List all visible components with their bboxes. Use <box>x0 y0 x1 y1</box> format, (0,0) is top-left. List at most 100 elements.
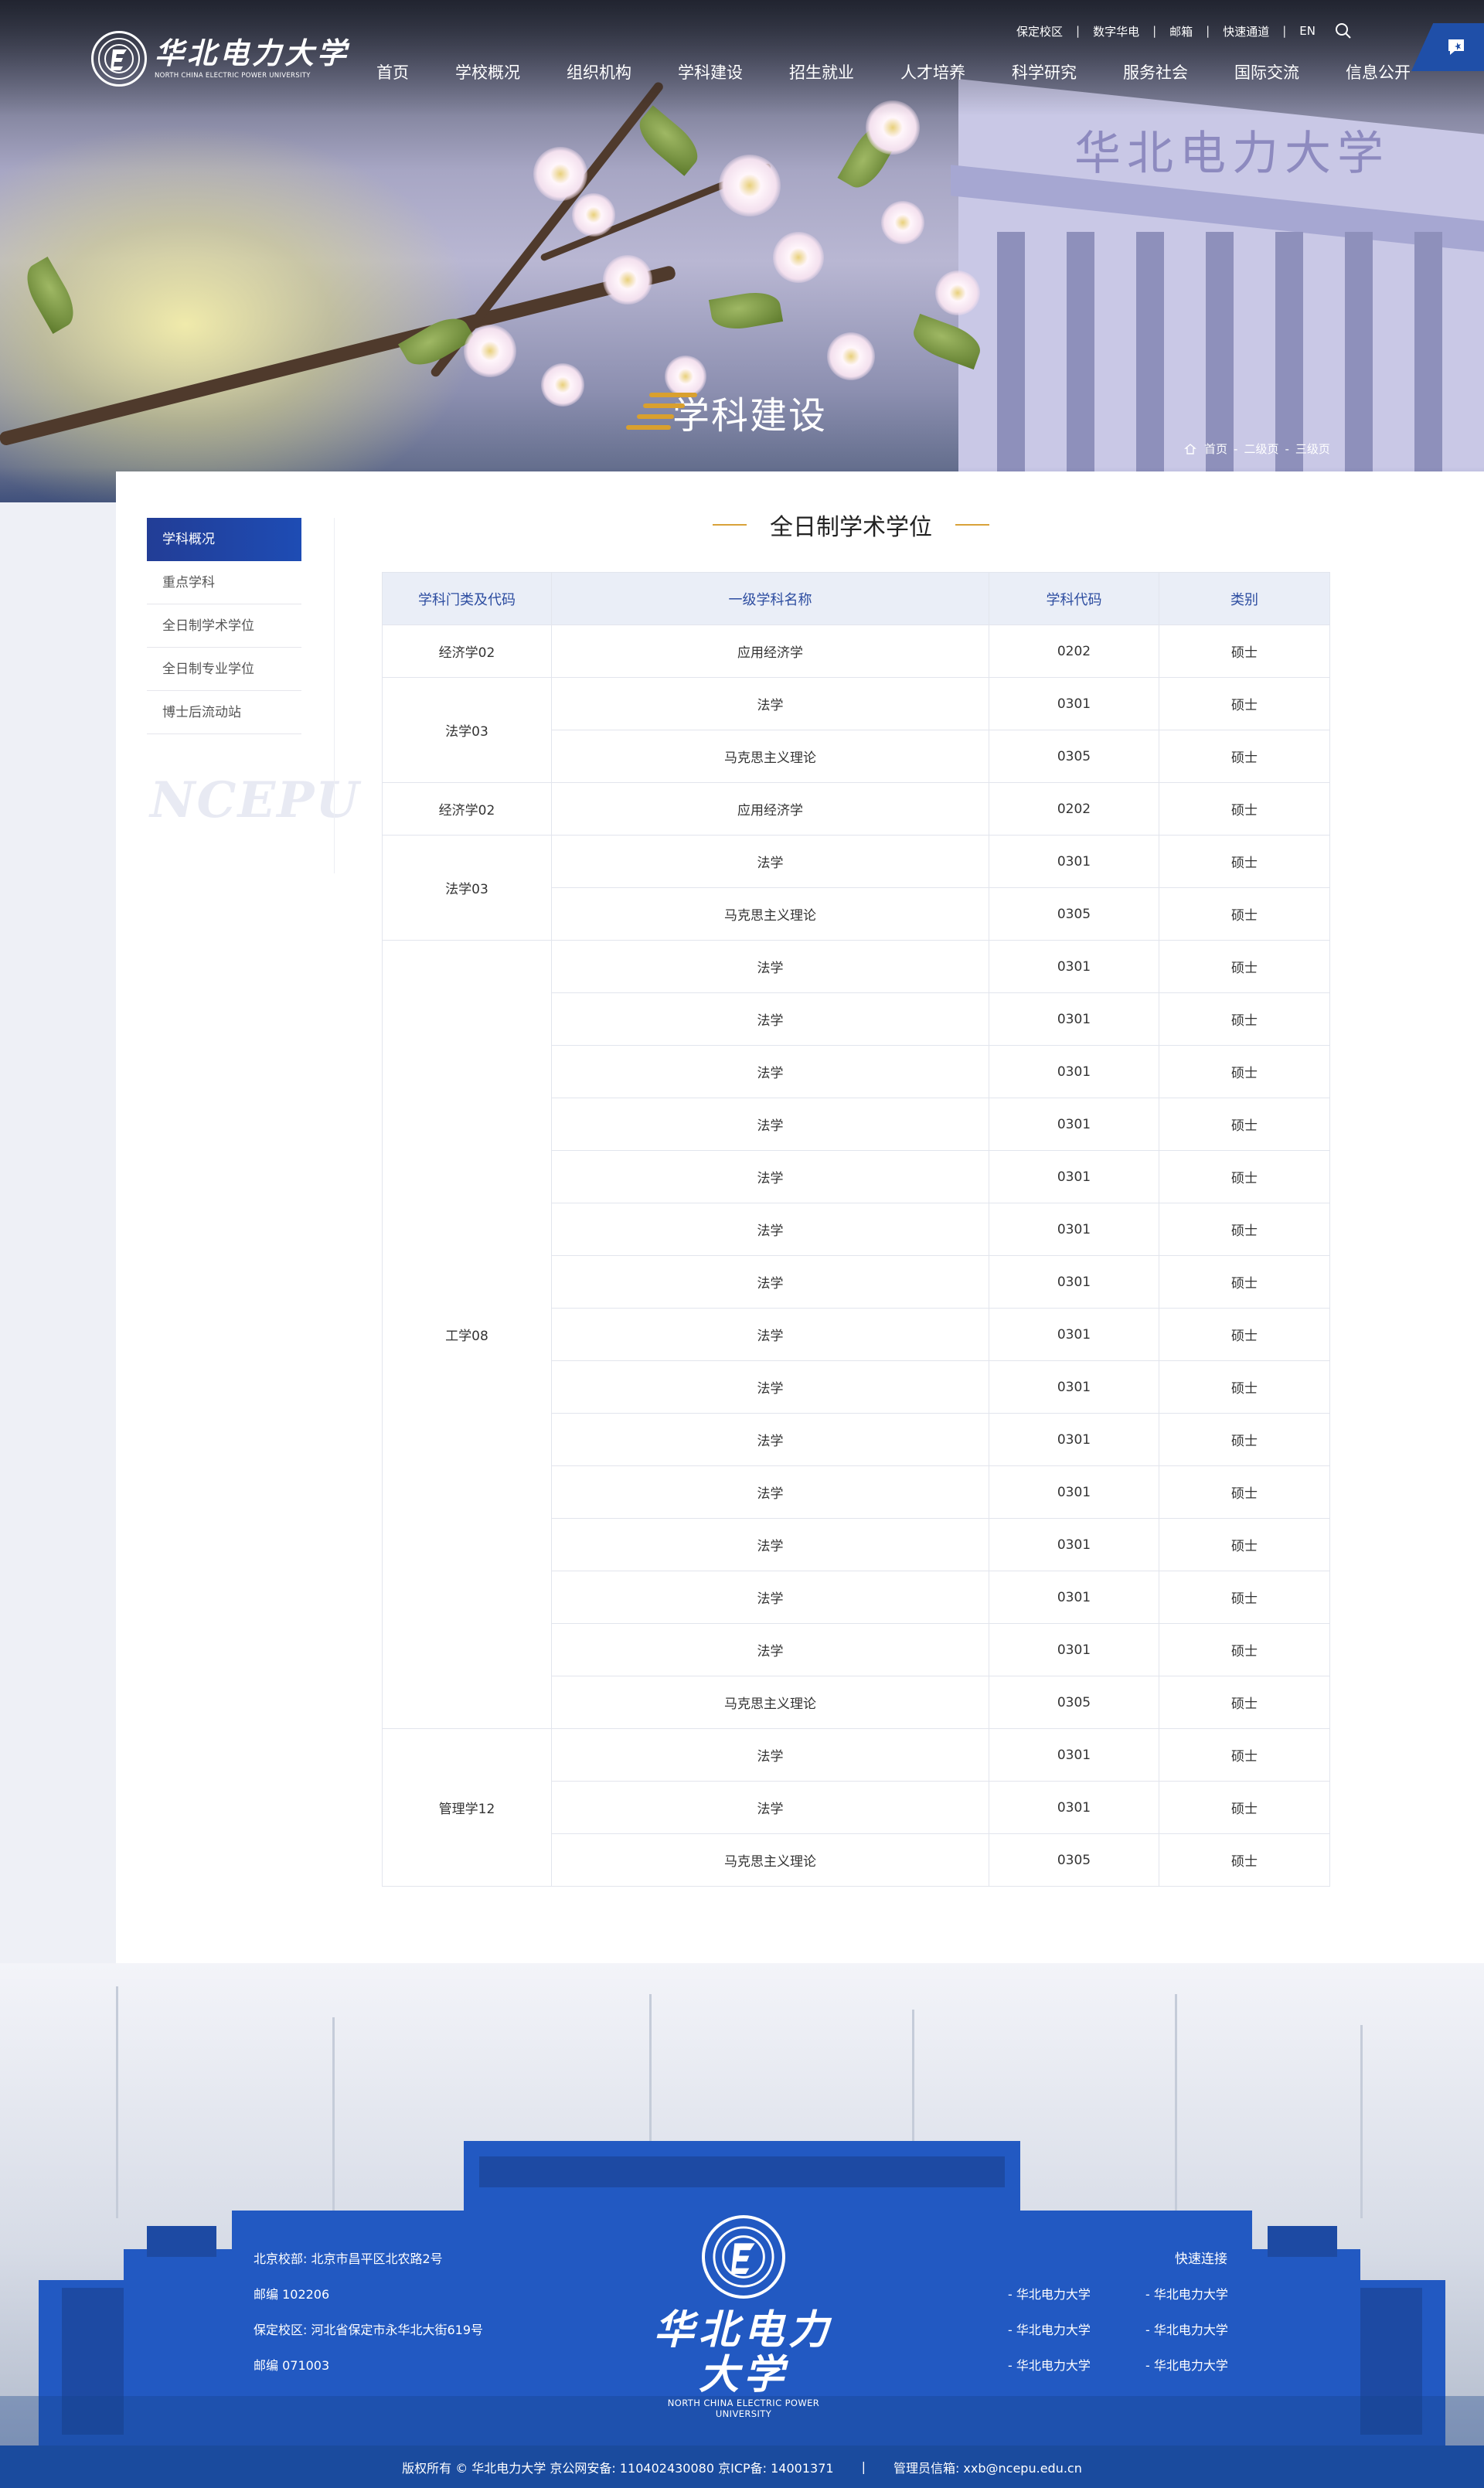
wind-turbine <box>332 2017 335 2218</box>
footer-logo: 华北电力大学 NORTH CHINA ELECTRIC POWER UNIVER… <box>651 2215 836 2419</box>
top-link-quick-access[interactable]: 快速通道 <box>1223 23 1269 39</box>
banner-flower <box>719 155 781 216</box>
type-cell: 硕士 <box>1159 940 1330 993</box>
code-cell: 0301 <box>989 1308 1159 1361</box>
quick-link[interactable]: - 华北电力大学 <box>1145 2313 1228 2348</box>
type-cell: 硕士 <box>1159 1781 1330 1834</box>
banner-flower <box>773 232 824 283</box>
code-cell: 0301 <box>989 835 1159 888</box>
table-row: 管理学12 法学 0301 硕士 <box>382 1728 1330 1887</box>
banner-flower <box>935 271 980 315</box>
table-row: 经济学02 应用经济学 0202 硕士 <box>382 625 1330 678</box>
nav-item-education[interactable]: 人才培养 <box>887 59 979 87</box>
discipline-cell: 法学 <box>551 1203 989 1256</box>
content-panel: 学科概况 重点学科 全日制学术学位 全日制专业学位 博士后流动站 NCEPU 全… <box>116 471 1484 1963</box>
table-body: 经济学02 应用经济学 0202 硕士 法学03 法学 0301 硕士 马克思主义理论 0305 硕… <box>382 625 1330 1887</box>
sidebar-item-academic-degree[interactable]: 全日制学术学位 <box>147 604 301 648</box>
banner-flower <box>827 332 875 380</box>
table-header-row: 学科门类及代码 一级学科名称 学科代码 类别 <box>382 572 1330 625</box>
discipline-cell: 法学 <box>551 1360 989 1414</box>
sidebar-item-overview[interactable]: 学科概况 <box>147 518 301 561</box>
code-cell: 0301 <box>989 992 1159 1046</box>
code-cell: 0301 <box>989 1360 1159 1414</box>
banner-flower <box>881 201 924 244</box>
banner-flower <box>464 325 516 377</box>
title-decoration-right <box>955 524 989 526</box>
quick-link[interactable]: - 华北电力大学 <box>1008 2348 1091 2384</box>
top-link-email[interactable]: 邮箱 <box>1169 23 1193 39</box>
top-link-baoding[interactable]: 保定校区 <box>1016 23 1063 39</box>
top-link-separator: | <box>1152 24 1157 38</box>
nav-item-organization[interactable]: 组织机构 <box>553 59 645 87</box>
nav-item-disciplines[interactable]: 学科建设 <box>665 59 756 87</box>
type-cell: 硕士 <box>1159 887 1330 941</box>
type-cell: 硕士 <box>1159 1728 1330 1782</box>
table-row: 法学03 法学 0301 硕士 <box>382 835 1330 941</box>
top-link-digital-ncepu[interactable]: 数字华电 <box>1093 23 1139 39</box>
sidebar-item-postdoctoral[interactable]: 博士后流动站 <box>147 691 301 734</box>
sidebar-item-professional-degree[interactable]: 全日制专业学位 <box>147 648 301 691</box>
breadcrumb-home[interactable]: 首页 <box>1204 441 1227 457</box>
site-logo[interactable]: 华北电力大学 NORTH CHINA ELECTRIC POWER UNIVER… <box>91 31 349 87</box>
top-link-separator: | <box>1282 24 1287 38</box>
discipline-cell: 应用经济学 <box>551 782 989 836</box>
breadcrumb-level-2[interactable]: 二级页 <box>1244 441 1278 457</box>
type-cell: 硕士 <box>1159 1623 1330 1676</box>
type-cell: 硕士 <box>1159 1255 1330 1309</box>
table-row: 法学03 法学 0301 硕士 <box>382 677 1330 783</box>
type-cell: 硕士 <box>1159 730 1330 783</box>
quick-link[interactable]: - 华北电力大学 <box>1145 2348 1228 2384</box>
breadcrumb: 首页 - 二级页 - 三级页 <box>1184 441 1330 457</box>
discipline-cell: 法学 <box>551 835 989 888</box>
type-cell: 硕士 <box>1159 1413 1330 1466</box>
type-cell: 硕士 <box>1159 1676 1330 1729</box>
title-stripes-icon <box>611 385 703 439</box>
logo-chinese-name: 华北电力大学 <box>155 36 350 70</box>
quick-link[interactable]: - 华北电力大学 <box>1145 2277 1228 2313</box>
type-cell: 硕士 <box>1159 1571 1330 1624</box>
nav-item-admissions[interactable]: 招生就业 <box>776 59 867 87</box>
code-cell: 0301 <box>989 1571 1159 1624</box>
code-cell: 0301 <box>989 1255 1159 1309</box>
section-title: 全日制学术学位 <box>377 505 1325 544</box>
nav-item-research[interactable]: 科学研究 <box>999 59 1090 87</box>
quick-link[interactable]: - 华北电力大学 <box>1008 2277 1091 2313</box>
nav-item-disclosure[interactable]: 信息公开 <box>1333 59 1424 87</box>
category-cell: 法学03 <box>382 677 552 783</box>
code-cell: 0301 <box>989 940 1159 993</box>
title-decoration-left <box>713 524 747 526</box>
discipline-cell: 法学 <box>551 1413 989 1466</box>
top-utility-links: 保定校区 | 数字华电 | 邮箱 | 快速通道 | EN <box>1016 22 1353 40</box>
breadcrumb-separator: - <box>1234 441 1238 456</box>
university-seal-icon <box>702 2215 785 2299</box>
type-cell: 硕士 <box>1159 1045 1330 1098</box>
copyright-text: 版权所有 © 华北电力大学 京公网安备: 110402430080 京ICP备:… <box>402 2460 834 2476</box>
code-cell: 0202 <box>989 625 1159 678</box>
home-icon <box>1184 443 1196 454</box>
nav-item-overview[interactable]: 学校概况 <box>442 59 533 87</box>
search-icon[interactable] <box>1334 22 1353 40</box>
logo-english-name: NORTH CHINA ELECTRIC POWER UNIVERSITY <box>155 72 311 80</box>
university-seal-icon <box>91 31 147 87</box>
category-cell: 工学08 <box>382 940 552 1729</box>
nav-item-service[interactable]: 服务社会 <box>1110 59 1201 87</box>
sidebar-watermark: NCEPU <box>150 771 361 829</box>
type-cell: 硕士 <box>1159 1360 1330 1414</box>
quick-links-column-right: - 华北电力大学 - 华北电力大学 - 华北电力大学 <box>1145 2277 1228 2384</box>
banner-building-column <box>1206 232 1234 502</box>
nav-item-international[interactable]: 国际交流 <box>1221 59 1312 87</box>
table-header-discipline: 一级学科名称 <box>551 572 989 625</box>
quick-links-title: 快速连接 <box>1175 2251 1227 2267</box>
banner-building-column <box>1136 232 1164 502</box>
admin-email[interactable]: 管理员信箱: xxb@ncepu.edu.cn <box>893 2458 1082 2476</box>
copyright-separator: | <box>861 2459 866 2474</box>
footer-building-windows <box>147 2226 216 2257</box>
footer-beijing-address: 北京校部: 北京市昌平区北农路2号 <box>254 2251 443 2266</box>
nav-item-home[interactable]: 首页 <box>363 59 422 87</box>
category-cell: 管理学12 <box>382 1728 552 1887</box>
footer-logo-chinese: 华北电力大学 <box>653 2306 833 2398</box>
degree-table: 学科门类及代码 一级学科名称 学科代码 类别 经济学02 应用经济学 0202 硕士法… <box>382 572 1330 1887</box>
sidebar-item-key-disciplines[interactable]: 重点学科 <box>147 561 301 604</box>
top-link-english[interactable]: EN <box>1299 24 1316 38</box>
quick-link[interactable]: - 华北电力大学 <box>1008 2313 1091 2348</box>
